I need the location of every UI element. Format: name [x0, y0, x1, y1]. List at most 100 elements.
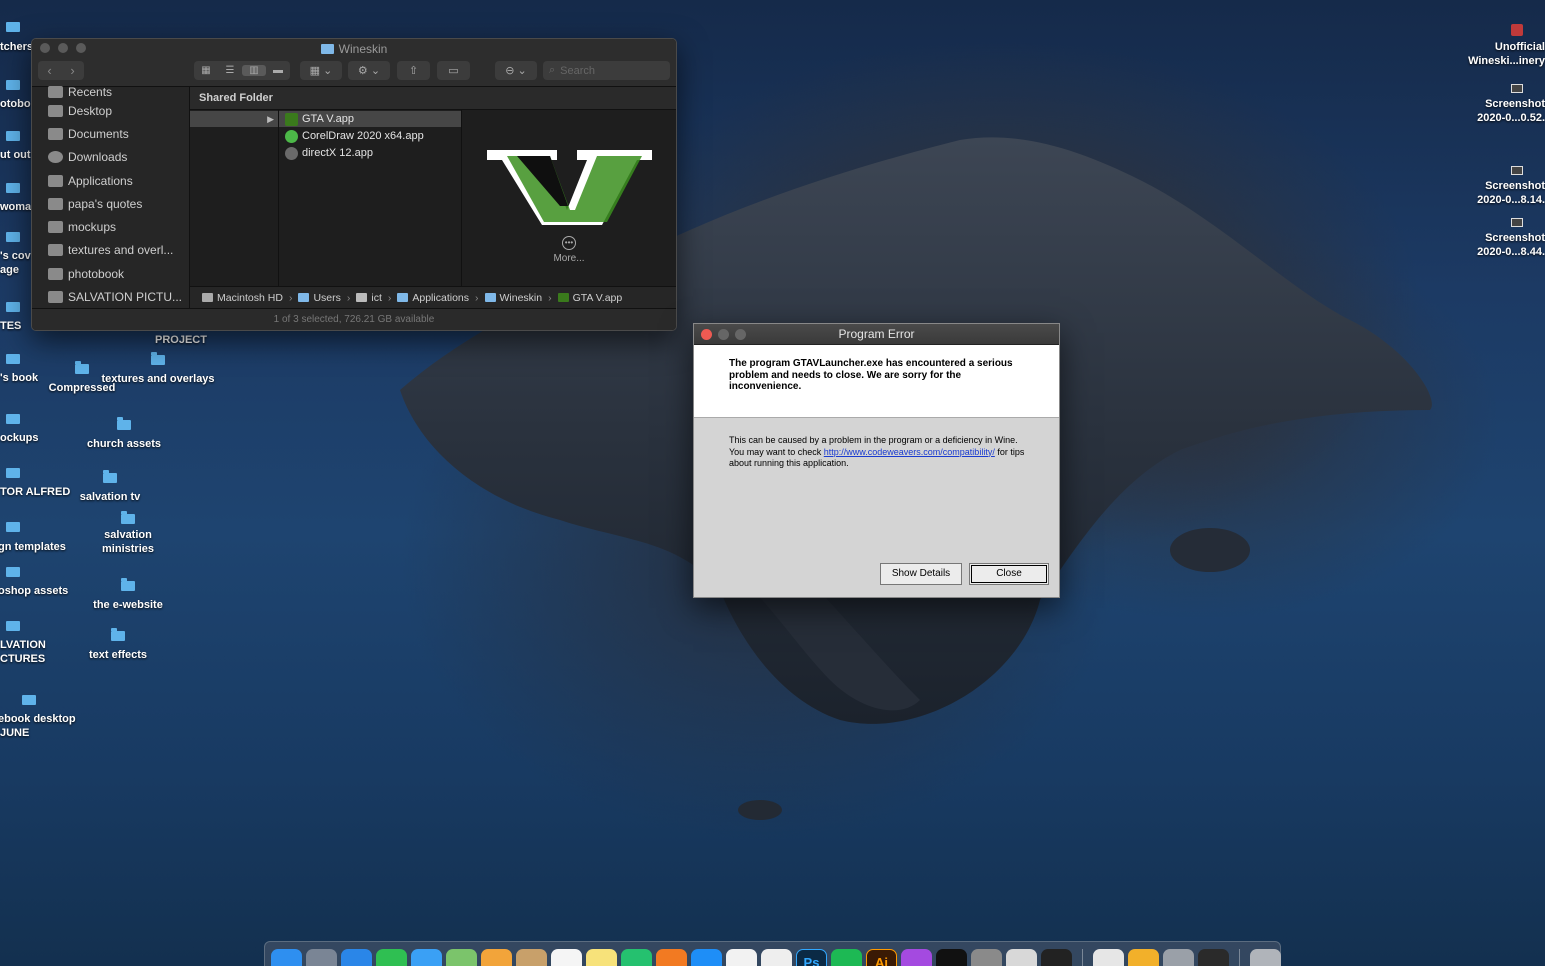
safari-icon[interactable]	[341, 949, 372, 966]
list-view-button[interactable]: ☰	[218, 65, 242, 76]
sidebar-item-label: Downloads	[68, 150, 128, 165]
maps-icon[interactable]	[446, 949, 477, 966]
desktop-folder-label[interactable]: JUNE	[0, 726, 29, 740]
zoom-window-button[interactable]	[735, 329, 746, 340]
facetime-icon[interactable]	[376, 949, 407, 966]
path-item-macintosh-hd[interactable]: Macintosh HD	[217, 292, 283, 304]
desktop-folder-label[interactable]: ut out	[0, 148, 31, 162]
desktop-folder-label: salvation ministries	[102, 529, 154, 555]
sidebar-item-applications[interactable]: Applications	[32, 169, 189, 192]
textedit-icon[interactable]	[761, 949, 792, 966]
desktop-folder-text-effects[interactable]: text effects	[58, 628, 178, 663]
more-button[interactable]: ••• More...	[462, 236, 676, 264]
spotify-icon[interactable]	[831, 949, 862, 966]
chrome-icon[interactable]	[1093, 949, 1124, 966]
path-item-users[interactable]: Users	[313, 292, 340, 304]
icon-view-button[interactable]: ▦	[194, 65, 218, 76]
path-item-wineskin[interactable]: Wineskin	[500, 292, 543, 304]
desktop-folder-salvation-ministries[interactable]: salvation ministries	[68, 511, 188, 556]
desktop-folder-label[interactable]: CTURES	[0, 652, 45, 666]
desktop-folder-label[interactable]: gn templates	[0, 540, 66, 554]
launchpad-icon[interactable]	[306, 949, 337, 966]
photos-icon[interactable]	[481, 949, 512, 966]
desktop-folder-label[interactable]: 's cov	[0, 249, 31, 263]
appletv-icon[interactable]	[936, 949, 967, 966]
desktop-folder-church-assets[interactable]: church assets	[64, 417, 184, 452]
file-row-coreldraw[interactable]: CorelDraw 2020 x64.app	[279, 128, 461, 144]
sidebar-item-textures[interactable]: textures and overl...	[32, 239, 189, 262]
file-row-gta-v[interactable]: GTA V.app	[279, 111, 461, 127]
desktop-folder-salvation-tv[interactable]: salvation tv	[50, 470, 170, 505]
finder-icon[interactable]	[271, 949, 302, 966]
close-button[interactable]: Close	[969, 563, 1049, 585]
sidebar-item-photobook[interactable]: photobook	[32, 262, 189, 285]
desktop-folder-label[interactable]: tchers	[0, 40, 33, 54]
illustrator-icon[interactable]: Ai	[866, 949, 897, 966]
sidebar-item-label: Desktop	[68, 103, 113, 118]
sidebar-item-recents[interactable]: Recents	[32, 85, 189, 99]
itunes-icon[interactable]	[726, 949, 757, 966]
more-options-button[interactable]: ⊖ ⌄	[495, 61, 537, 80]
search-field[interactable]: ⌕ Search	[543, 61, 670, 80]
desktop-file-screenshot-1[interactable]: Screenshot 2020-0...0.52.	[1455, 83, 1545, 125]
desktop-folder-label[interactable]: otobo	[0, 97, 31, 111]
desktop-folder-the-e-website[interactable]: the e-website	[68, 578, 188, 613]
show-details-button[interactable]: Show Details	[880, 563, 962, 585]
tag-button[interactable]: ▭	[437, 61, 470, 80]
console-icon[interactable]	[1198, 949, 1229, 966]
messages-icon[interactable]	[411, 949, 442, 966]
view-mode-selector: ▦ ☰ ▥ ▬	[194, 61, 290, 80]
share-button[interactable]: ⇧	[397, 61, 430, 80]
notes-icon[interactable]	[586, 949, 617, 966]
forward-button[interactable]: ›	[61, 63, 84, 78]
compatibility-link[interactable]: http://www.codeweavers.com/compatibility…	[824, 447, 995, 457]
path-item-applications[interactable]: Applications	[412, 292, 469, 304]
wineskin-icon[interactable]	[1163, 949, 1194, 966]
error-headline: The program GTAVLauncher.exe has encount…	[729, 358, 1013, 392]
desktop-folder-label[interactable]: ockups	[0, 431, 39, 445]
dock-separator	[1082, 949, 1083, 966]
trash-icon[interactable]	[1250, 949, 1281, 966]
desktop-folder-label[interactable]: ebook desktop	[0, 712, 76, 726]
system-preferences-icon[interactable]	[971, 949, 1002, 966]
terminal-icon[interactable]	[1041, 949, 1072, 966]
whatsapp-icon[interactable]	[621, 949, 652, 966]
desktop-folder-label[interactable]: woma	[0, 200, 31, 214]
back-button[interactable]: ‹	[38, 63, 61, 78]
desktop-folder-label[interactable]: TES	[0, 319, 21, 333]
path-item-ict[interactable]: ict	[371, 292, 382, 304]
sidebar-item-salvation-pictures[interactable]: SALVATION PICTU...	[32, 285, 189, 308]
pinwheel-icon[interactable]	[1128, 949, 1159, 966]
desktop-file-wineskin-winery[interactable]: Unofficial Wineski...inery	[1455, 24, 1545, 68]
desktop-file-screenshot-3[interactable]: Screenshot 2020-0...8.44.	[1455, 217, 1545, 259]
selected-folder-row[interactable]: ▶	[190, 111, 278, 127]
preview-icon[interactable]	[1006, 949, 1037, 966]
group-by-button[interactable]: ▦ ⌄	[300, 61, 342, 80]
action-gear-button[interactable]: ⚙ ⌄	[348, 61, 390, 80]
minimize-window-button[interactable]	[718, 329, 729, 340]
column-view-button[interactable]: ▥	[242, 65, 266, 76]
firefox-icon[interactable]	[656, 949, 687, 966]
sidebar-item-papas-quotes[interactable]: papa's quotes	[32, 192, 189, 215]
photoshop-icon[interactable]: Ps	[796, 949, 827, 966]
desktop-file-screenshot-2[interactable]: Screenshot 2020-0...8.14.	[1455, 165, 1545, 207]
desktop-folder-label[interactable]: LVATION	[0, 638, 46, 652]
sidebar-item-downloads[interactable]: Downloads	[32, 146, 189, 169]
path-item-gta-v[interactable]: GTA V.app	[573, 292, 623, 304]
close-window-button[interactable]	[701, 329, 712, 340]
desktop-folder-project[interactable]: PROJECT	[121, 330, 241, 348]
contacts-icon[interactable]	[516, 949, 547, 966]
sidebar-item-mockups[interactable]: mockups	[32, 215, 189, 238]
desktop-folder-textures[interactable]: textures and overlays	[98, 352, 218, 387]
podcasts-icon[interactable]	[901, 949, 932, 966]
parent-column: ▶	[190, 110, 279, 286]
file-row-directx[interactable]: directX 12.app	[279, 145, 461, 161]
shazam-icon[interactable]	[691, 949, 722, 966]
gallery-view-button[interactable]: ▬	[266, 65, 290, 76]
sidebar-item-documents[interactable]: Documents	[32, 122, 189, 145]
sidebar-item-desktop[interactable]: Desktop	[32, 99, 189, 122]
desktop-folder-label[interactable]: oshop assets	[0, 584, 68, 598]
desktop-file-label: 2020-0...0.52.	[1477, 112, 1545, 124]
calendar-icon[interactable]	[551, 949, 582, 966]
desktop-folder-label[interactable]: age	[0, 263, 19, 277]
